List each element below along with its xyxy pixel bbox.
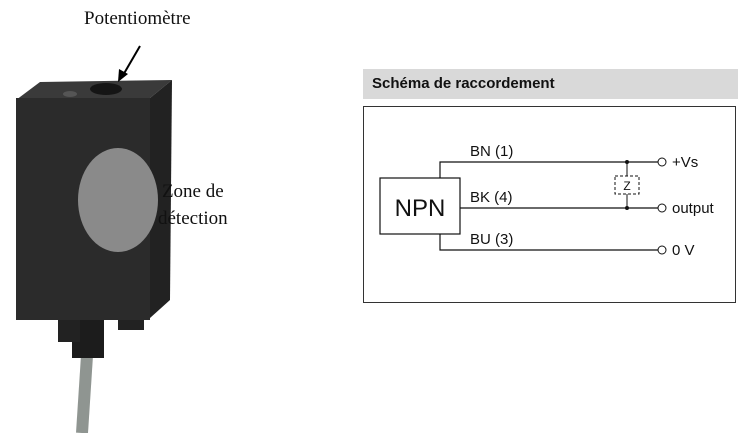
junction-top xyxy=(625,160,629,164)
terminal-label-0v: 0 V xyxy=(672,242,695,259)
terminal-0v xyxy=(657,245,667,255)
terminal-output xyxy=(657,203,667,213)
terminal-vs xyxy=(657,157,667,167)
junction-bottom xyxy=(625,206,629,210)
npn-label: NPN xyxy=(395,195,446,222)
load-z-label: Z xyxy=(623,179,630,193)
wire-label-bu: BU (3) xyxy=(470,231,513,248)
terminal-label-vs: +Vs xyxy=(672,154,698,171)
terminal-label-output: output xyxy=(672,200,715,217)
wiring-diagram: NPN Z BN (1) BK (4) BU (3) +Vs output 0 … xyxy=(379,143,715,259)
wire-label-bk: BK (4) xyxy=(470,189,513,206)
wire-label-bn: BN (1) xyxy=(470,143,513,160)
